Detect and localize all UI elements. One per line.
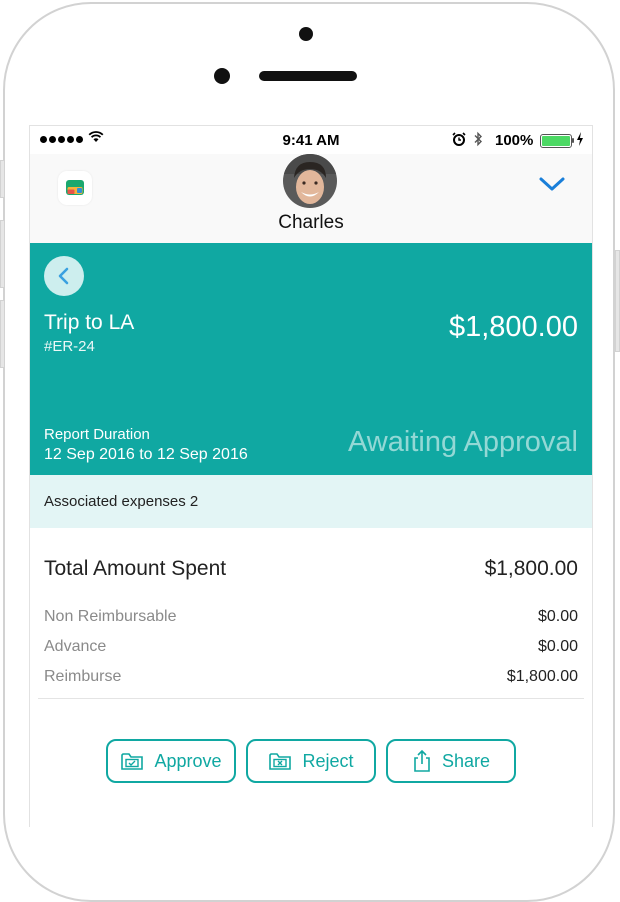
chevron-left-icon xyxy=(58,267,69,285)
advance-value: $0.00 xyxy=(537,638,578,655)
reject-button[interactable]: Reject xyxy=(246,739,376,783)
wallet-icon xyxy=(66,180,84,195)
power-button xyxy=(615,250,620,352)
app-icon[interactable] xyxy=(58,171,92,205)
mute-switch xyxy=(0,160,5,198)
reimburse-value: $1,800.00 xyxy=(506,668,578,685)
volume-up-button xyxy=(0,220,5,288)
divider xyxy=(38,698,584,699)
battery-icon xyxy=(540,134,572,148)
folder-x-icon xyxy=(269,753,292,770)
reject-label: Reject xyxy=(302,750,354,771)
chevron-down-icon[interactable] xyxy=(538,175,566,193)
screen: 9:41 AM 100% Charles Trip to LA #ER-24 $… xyxy=(29,125,593,827)
back-button[interactable] xyxy=(44,256,84,296)
avatar-photo xyxy=(283,154,337,208)
non-reimbursable-value: $0.00 xyxy=(537,608,578,625)
advance-label: Advance xyxy=(44,638,107,655)
nav-bar: Charles xyxy=(30,154,592,243)
battery-tip xyxy=(572,138,574,143)
user-name: Charles xyxy=(278,212,344,233)
share-button[interactable]: Share xyxy=(386,739,516,783)
non-reimbursable-label: Non Reimbursable xyxy=(44,608,177,625)
share-icon xyxy=(414,749,430,772)
share-label: Share xyxy=(441,750,491,771)
approve-button[interactable]: Approve xyxy=(106,739,236,783)
report-title: Trip to LA xyxy=(44,311,135,334)
status-bar: 9:41 AM 100% xyxy=(30,126,592,154)
avatar[interactable] xyxy=(283,154,337,208)
front-camera xyxy=(299,27,313,41)
bluetooth-icon xyxy=(474,131,482,147)
duration-value: 12 Sep 2016 to 12 Sep 2016 xyxy=(44,446,248,463)
approve-label: Approve xyxy=(154,750,222,771)
associated-expenses-row[interactable]: Associated expenses 2 xyxy=(30,475,592,528)
reimburse-label: Reimburse xyxy=(44,668,122,685)
report-header: Trip to LA #ER-24 $1,800.00 Report Durat… xyxy=(30,243,592,475)
battery-percent: 100% xyxy=(495,132,534,149)
folder-check-icon xyxy=(121,753,144,770)
report-id: #ER-24 xyxy=(44,338,95,355)
charging-icon xyxy=(577,132,583,146)
alarm-icon xyxy=(452,132,466,146)
associated-expenses-label: Associated expenses 2 xyxy=(44,493,199,510)
earpiece-speaker xyxy=(259,71,357,81)
total-label: Total Amount Spent xyxy=(44,557,227,580)
proximity-sensor xyxy=(214,68,230,84)
report-amount: $1,800.00 xyxy=(448,311,578,343)
volume-down-button xyxy=(0,300,5,368)
duration-label: Report Duration xyxy=(44,426,150,443)
total-value: $1,800.00 xyxy=(484,557,578,580)
status-text: Awaiting Approval xyxy=(347,426,578,458)
